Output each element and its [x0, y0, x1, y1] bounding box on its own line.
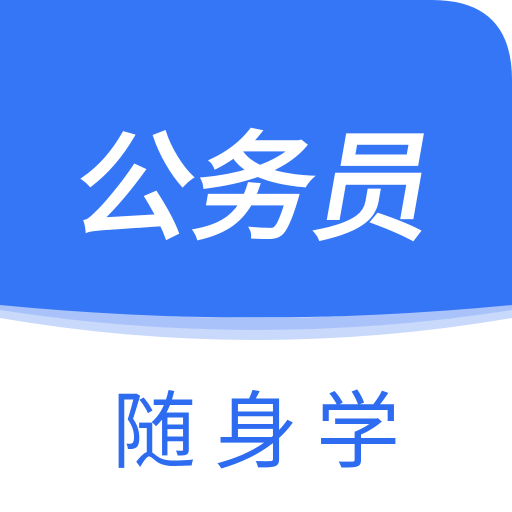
app-subtitle: 随身学	[111, 383, 418, 481]
app-title: 公务员	[63, 119, 449, 257]
app-icon: 公务员 随身学	[0, 0, 512, 512]
